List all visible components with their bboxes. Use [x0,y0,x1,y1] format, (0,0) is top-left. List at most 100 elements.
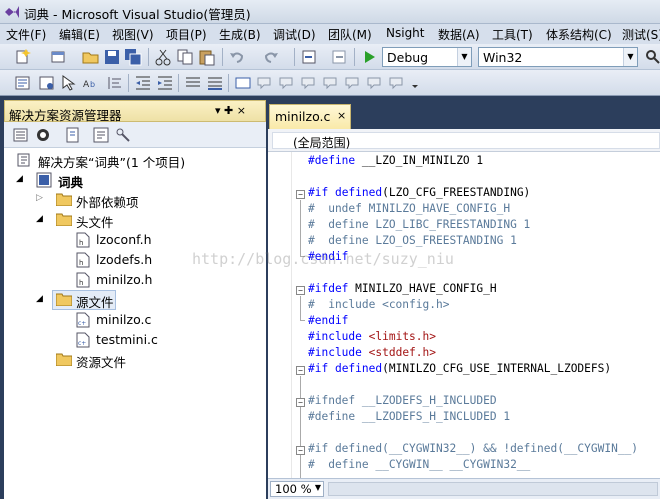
add-item-icon[interactable] [50,48,68,66]
code-line[interactable]: #if defined(__CYGWIN32__) && !defined(__… [308,441,638,457]
toggle-bookmark-icon[interactable] [234,74,252,92]
comment-out-icon[interactable] [184,74,202,92]
next-bookmark-in-folder-icon[interactable] [322,74,340,92]
close-icon[interactable]: × [337,109,346,122]
collapse-icon[interactable]: − [296,190,305,199]
redo-icon[interactable] [262,48,280,66]
toolbar-options-icon[interactable] [410,74,420,92]
folder-icon [56,193,72,206]
paste-icon[interactable] [198,48,216,66]
file-label: lzodefs.h [96,252,153,267]
menu-debug[interactable]: 调试(D) [273,26,316,43]
undo-icon[interactable] [228,48,246,66]
increase-indent-icon[interactable] [156,74,174,92]
decrease-indent-icon[interactable] [134,74,152,92]
menu-data[interactable]: 数据(A) [438,26,480,43]
file-item[interactable]: c+ testmini.c [14,330,264,350]
code-line[interactable]: # include <config.h> [308,297,449,313]
save-icon[interactable] [103,48,121,66]
start-debugging-icon[interactable] [360,48,378,66]
project-node[interactable]: ◢ 词典 [14,170,264,190]
cut-icon[interactable] [154,48,172,66]
collapse-icon[interactable]: − [296,398,305,407]
collapse-icon[interactable]: − [296,286,305,295]
next-bookmark-icon[interactable] [278,74,296,92]
standard-toolbar: Debug ▼ Win32 ▼ [0,44,660,70]
tab-minilzo-c[interactable]: minilzo.c × [269,104,351,129]
source-files-node[interactable]: ◢ 源文件 [14,290,264,310]
save-all-icon[interactable] [124,48,142,66]
clear-bookmarks-icon[interactable] [366,74,384,92]
menu-tools[interactable]: 工具(T) [492,26,533,43]
code-line[interactable]: # define LZO_OS_FREESTANDING 1 [308,233,517,249]
properties-icon[interactable] [12,126,30,144]
chevron-down-icon: ▼ [623,48,637,66]
code-line[interactable]: # define __CYGWIN__ __CYGWIN32__ [308,457,530,473]
header-files-label: 头文件 [76,215,114,230]
configuration-dropdown[interactable]: Debug ▼ [382,47,472,67]
open-file-icon[interactable] [82,48,100,66]
previous-bookmark-in-document-icon[interactable] [344,74,362,92]
panel-controls[interactable]: ▾ ✚ × [215,104,246,117]
external-dependencies-node[interactable]: ▷ 外部依赖项 [14,190,264,210]
menu-project[interactable]: 项目(P) [166,26,207,43]
align-icon[interactable] [106,74,124,92]
expand-triangle-icon[interactable]: ◢ [36,214,43,224]
code-line[interactable]: # undef MINILZO_HAVE_CONFIG_H [308,201,510,217]
file-item[interactable]: h lzoconf.h [14,230,264,250]
expand-triangle-icon[interactable]: ◢ [16,174,23,184]
menu-team[interactable]: 团队(M) [328,26,372,43]
new-project-icon[interactable] [14,48,32,66]
horizontal-scrollbar[interactable] [328,482,658,496]
file-item[interactable]: h minilzo.h [14,270,264,290]
code-editor[interactable]: (全局范围) − − − − − #define __LZO_IN_MINILZ… [268,129,660,499]
refresh-icon[interactable] [64,126,82,144]
previous-bookmark-in-folder-icon[interactable] [300,74,318,92]
menu-build[interactable]: 生成(B) [219,26,261,43]
platform-dropdown[interactable]: Win32 ▼ [478,47,638,67]
code-line[interactable]: #define __LZODEFS_H_INCLUDED 1 [308,409,510,425]
show-all-files-icon[interactable] [34,126,52,144]
indicator-margin[interactable] [268,152,291,478]
menu-nsight[interactable]: Nsight [386,26,425,40]
collapse-icon[interactable]: − [296,446,305,455]
scope-dropdown[interactable]: (全局范围) [272,132,660,150]
complete-word-icon[interactable]: Ab [82,74,100,92]
collapsed-triangle-icon[interactable]: ▷ [36,193,43,203]
code-line[interactable]: #define __LZO_IN_MINILZO 1 [308,153,483,169]
expand-triangle-icon[interactable]: ◢ [36,294,43,304]
file-item[interactable]: c+ minilzo.c [14,310,264,330]
bookmark-window-icon[interactable] [388,74,406,92]
svg-text:A: A [83,80,90,90]
view-code-icon[interactable] [92,126,110,144]
code-line[interactable]: #ifdef MINILZO_HAVE_CONFIG_H [308,281,497,297]
code-line[interactable]: # define LZO_LIBC_FREESTANDING 1 [308,217,530,233]
code-line[interactable]: #ifndef __LZODEFS_H_INCLUDED [308,393,497,409]
display-object-member-list-icon[interactable] [14,74,32,92]
menu-architecture[interactable]: 体系结构(C) [546,26,612,43]
previous-bookmark-icon[interactable] [256,74,274,92]
menu-test[interactable]: 测试(S) [622,26,660,43]
code-line[interactable]: #if defined(MINILZO_CFG_USE_INTERNAL_LZO… [308,361,611,377]
zoom-dropdown[interactable]: 100 % ▼ [270,481,324,497]
find-icon[interactable] [644,48,660,66]
code-line[interactable]: #endif [308,313,348,329]
parameter-info-icon[interactable] [38,74,56,92]
uncomment-icon[interactable] [206,74,224,92]
code-line[interactable]: #include <limits.h> [308,329,436,345]
menu-view[interactable]: 视图(V) [112,26,154,43]
copy-icon[interactable] [176,48,194,66]
quick-info-icon[interactable] [60,74,78,92]
header-files-node[interactable]: ◢ 头文件 [14,210,264,230]
project-label: 词典 [58,175,84,190]
navigate-forward-icon[interactable] [330,48,348,66]
code-line[interactable]: #if defined(LZO_CFG_FREESTANDING) [308,185,530,201]
code-line[interactable]: #include <stddef.h> [308,345,436,361]
class-diagram-icon[interactable] [114,126,132,144]
collapse-icon[interactable]: − [296,366,305,375]
navigate-backward-icon[interactable] [300,48,318,66]
menu-edit[interactable]: 编辑(E) [59,26,100,43]
menu-file[interactable]: 文件(F) [6,26,46,43]
resource-files-node[interactable]: 资源文件 [14,350,264,370]
solution-node[interactable]: 解决方案“词典”(1 个项目) [14,150,264,170]
